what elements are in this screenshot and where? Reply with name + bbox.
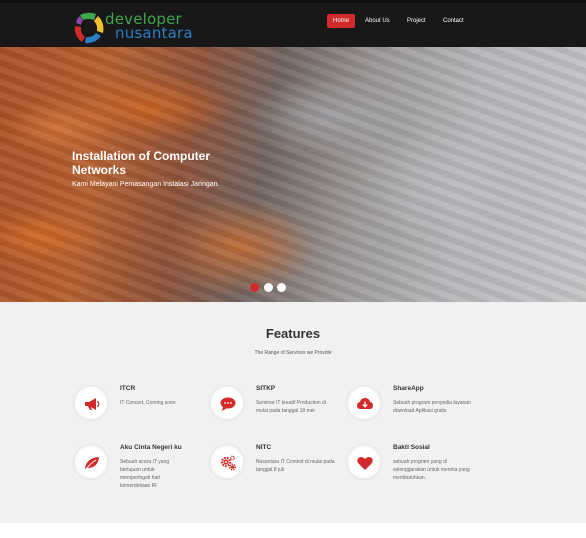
feature-icon-wrap — [346, 385, 382, 421]
features-subtitle: The Range of Services we Provide — [254, 350, 332, 356]
feature-icon-wrap — [73, 444, 109, 480]
feature-desc: Sebuah program penyedia layanan download… — [393, 400, 471, 414]
nav-home[interactable]: Home — [327, 14, 356, 28]
feature-title: Aku Cinta Negeri ku — [120, 444, 182, 451]
feature-title: Bakti Sosial — [393, 444, 430, 451]
feature-icon-wrap — [209, 385, 245, 421]
slider-dot-1[interactable] — [250, 283, 259, 292]
features-section: Features The Range of Services we Provid… — [0, 302, 586, 523]
hero-title: Installation of Computer Networks — [72, 149, 210, 177]
feature-title: SITKP — [256, 385, 276, 392]
feature-desc: IT Concert, Coming soon — [120, 400, 176, 406]
cloud-download-icon — [357, 398, 373, 409]
nav-project[interactable]: Project — [401, 14, 432, 28]
heart-icon — [357, 456, 373, 470]
feature-icon-wrap — [209, 444, 245, 480]
slider-dot-3[interactable] — [277, 283, 286, 292]
nav-about-us[interactable]: About Us — [359, 14, 396, 28]
feature-icon-wrap — [73, 385, 109, 421]
site-header: developer nusantara Home About Us Projec… — [0, 0, 586, 47]
slider-dot-2[interactable] — [264, 283, 273, 292]
features-title: Features — [265, 326, 321, 341]
leaf-icon — [85, 457, 99, 470]
feature-desc: Nusantara IT Contest di mulai pada tangg… — [256, 459, 335, 473]
megaphone-icon — [85, 398, 100, 410]
feature-desc: sebuah program yang di selenggarakan unt… — [393, 459, 470, 481]
feature-title: ITCR — [120, 385, 136, 392]
page-bottom — [0, 523, 586, 538]
feature-icon-wrap — [346, 444, 382, 480]
feature-title: ShareApp — [393, 385, 424, 392]
hero-subtitle: Kami Melayani Pemasangan Instalasi Jarin… — [72, 181, 220, 188]
hero-slider: Installation of Computer Networks Kami M… — [0, 47, 586, 302]
main-nav: Home About Us Project Contact — [0, 14, 586, 30]
gears-icon — [220, 455, 236, 471]
nav-contact[interactable]: Contact — [437, 14, 470, 28]
feature-desc: Seminar IT kreatif Production di mulai p… — [256, 400, 326, 414]
chat-icon — [220, 397, 236, 411]
feature-title: NITC — [256, 444, 272, 451]
feature-desc: Sebuah acara IT yang bertujuan untuk mem… — [120, 459, 170, 489]
